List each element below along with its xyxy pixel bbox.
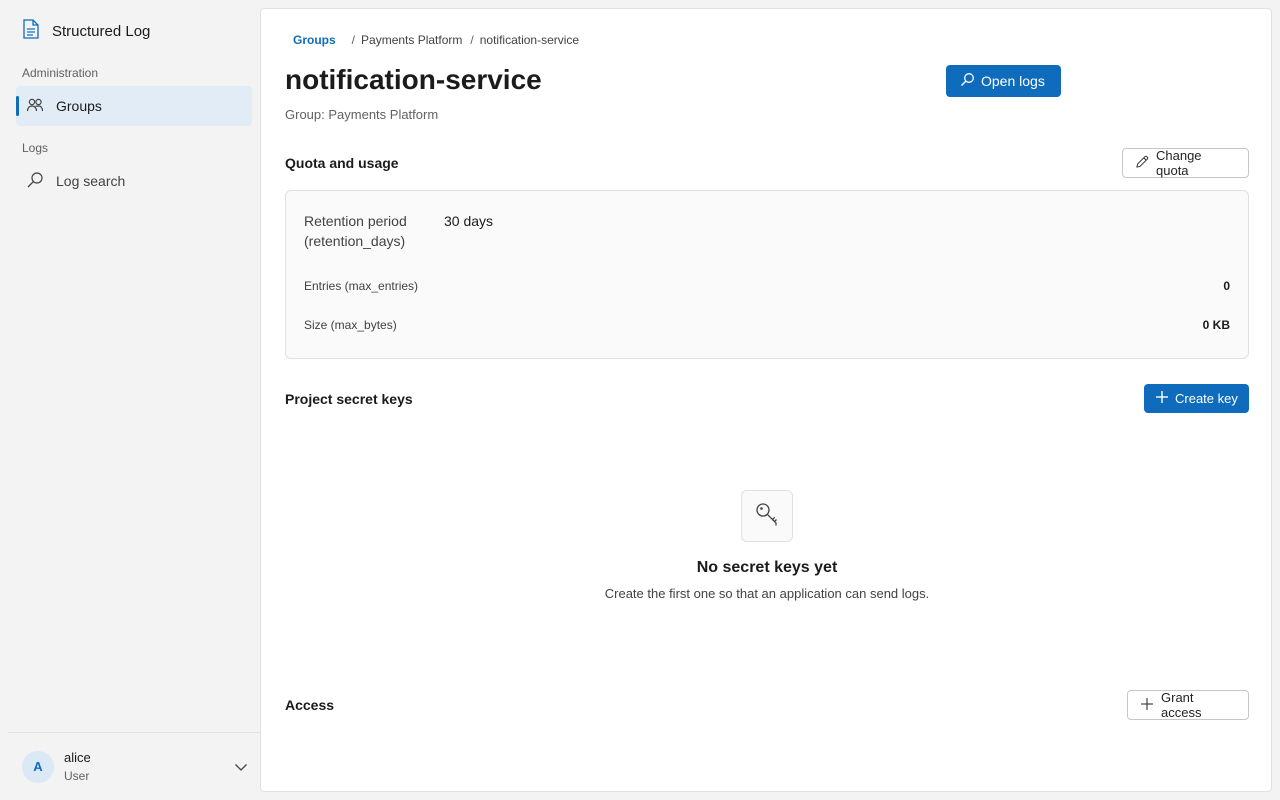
quota-card: Retention period (retention_days) 30 day… bbox=[285, 190, 1249, 359]
main-panel: Groups / Payments Platform / notificatio… bbox=[260, 8, 1272, 792]
grant-access-button[interactable]: Grant access bbox=[1127, 690, 1249, 720]
open-logs-label: Open logs bbox=[981, 73, 1045, 89]
empty-state-description: Create the first one so that an applicat… bbox=[604, 586, 930, 601]
access-section-title: Access bbox=[285, 697, 335, 713]
breadcrumb-separator: / bbox=[470, 33, 474, 47]
breadcrumb-separator: / bbox=[351, 33, 356, 47]
search-icon bbox=[960, 72, 975, 90]
pencil-icon bbox=[1135, 155, 1149, 172]
page-subtitle: Group: Payments Platform bbox=[285, 107, 439, 122]
breadcrumb: Groups / Payments Platform / notificatio… bbox=[285, 31, 579, 49]
quota-section-title: Quota and usage bbox=[285, 155, 399, 171]
brand-label: Structured Log bbox=[52, 22, 151, 40]
retention-label-key: (retention_days) bbox=[304, 233, 406, 249]
sidebar-item-groups[interactable]: Groups bbox=[16, 86, 252, 126]
create-key-button[interactable]: Create key bbox=[1144, 384, 1249, 413]
avatar: A bbox=[22, 750, 54, 783]
plus-icon bbox=[1140, 697, 1154, 714]
brand[interactable]: Structured Log bbox=[22, 18, 151, 44]
empty-state-key-box bbox=[741, 490, 793, 542]
open-logs-button[interactable]: Open logs bbox=[946, 65, 1061, 97]
retention-value: 30 days bbox=[444, 213, 494, 229]
search-icon bbox=[26, 171, 44, 192]
user-role: User bbox=[64, 768, 90, 783]
key-icon bbox=[753, 500, 781, 533]
people-icon bbox=[26, 97, 44, 116]
user-menu[interactable]: A alice User bbox=[8, 732, 260, 800]
create-key-label: Create key bbox=[1175, 391, 1238, 406]
grant-access-label: Grant access bbox=[1161, 690, 1202, 720]
plus-icon bbox=[1155, 390, 1169, 407]
breadcrumb-groups[interactable]: Groups bbox=[285, 33, 344, 47]
document-icon bbox=[22, 18, 40, 44]
change-quota-label: Change quota bbox=[1156, 148, 1202, 178]
keys-section-title: Project secret keys bbox=[285, 391, 413, 407]
user-name: alice bbox=[64, 749, 91, 765]
entries-label: Entries (max_entries) bbox=[304, 279, 419, 293]
change-quota-button[interactable]: Change quota bbox=[1122, 148, 1249, 178]
chevron-down-icon[interactable] bbox=[234, 759, 248, 777]
size-value: 0 KB bbox=[1202, 318, 1230, 332]
nav-section-administration: Administration bbox=[22, 66, 99, 80]
sidebar-item-label: Groups bbox=[56, 98, 102, 114]
user-info: alice User bbox=[64, 749, 91, 785]
page-title: notification-service bbox=[285, 64, 542, 95]
breadcrumb-parent[interactable]: Payments Platform bbox=[361, 33, 462, 47]
retention-label-line: Retention period bbox=[304, 213, 407, 229]
breadcrumb-current: notification-service bbox=[479, 33, 580, 47]
size-label: Size (max_bytes) bbox=[304, 318, 397, 332]
sidebar-item-log-search[interactable]: Log search bbox=[16, 161, 252, 201]
retention-label: Retention period (retention_days) bbox=[304, 211, 407, 251]
nav-section-logs: Logs bbox=[22, 141, 49, 155]
empty-state-title: No secret keys yet bbox=[696, 559, 838, 576]
sidebar-item-label: Log search bbox=[56, 173, 126, 189]
entries-value: 0 bbox=[1223, 279, 1230, 293]
sidebar: Structured Log Administration Groups Log… bbox=[0, 0, 260, 800]
